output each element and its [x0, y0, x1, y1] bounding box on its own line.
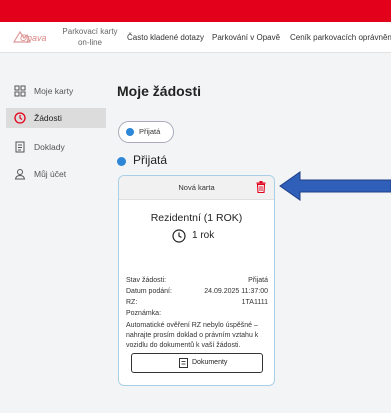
- sidebar-item-zadosti[interactable]: Žádosti: [6, 108, 106, 128]
- card-row-note-label: Poznámka:: [126, 310, 268, 320]
- row-key: Datum podání:: [126, 288, 172, 295]
- user-icon: [14, 169, 26, 180]
- row-value: 24.09.2025 11:37:00: [204, 288, 268, 295]
- card-row-date: Datum podání: 24.09.2025 11:37:00: [126, 288, 268, 298]
- sidebar-item-doklady[interactable]: Doklady: [6, 137, 106, 157]
- documents-button-label: Dokumenty: [192, 359, 228, 366]
- logo[interactable]: Opava: [12, 28, 56, 46]
- clock-icon: [14, 112, 26, 124]
- nav-link-parking[interactable]: Parkování v Opavě: [212, 33, 280, 42]
- logo-text: Opava: [20, 33, 47, 43]
- request-card: Nová karta Rezidentní (1 ROK) 1 rok Stav…: [118, 175, 275, 386]
- sidebar-item-label: Můj účet: [34, 169, 67, 179]
- section-title: Přijatá: [133, 153, 168, 167]
- row-value: Přijatá: [248, 277, 268, 284]
- sidebar-item-label: Žádosti: [34, 113, 62, 123]
- nav-link-pricing[interactable]: Ceník parkovacích oprávnění: [290, 33, 391, 42]
- brand-title[interactable]: Parkovací karty on-line: [60, 26, 120, 48]
- card-duration: 1 rok: [192, 230, 215, 241]
- header: Opava Parkovací karty on-line Často klad…: [0, 22, 391, 53]
- top-red-bar: [0, 0, 391, 22]
- section-status-dot-icon: [117, 157, 126, 166]
- card-row-status: Stav žádosti: Přijatá: [126, 277, 268, 287]
- clock-icon: [172, 229, 186, 243]
- main-content: Moje žádosti Přijatá Přijatá Nová karta …: [108, 53, 391, 413]
- row-key: Stav žádosti:: [126, 277, 167, 284]
- note-label: Poznámka:: [126, 310, 162, 317]
- row-key: RZ:: [126, 299, 138, 306]
- grid-icon: [14, 85, 26, 97]
- sidebar-item-muj-ucet[interactable]: Můj účet: [6, 164, 106, 184]
- status-dot-icon: [126, 128, 134, 136]
- sidebar: Moje karty Žádosti Doklady Můj účet: [0, 53, 108, 413]
- card-row-plate: RZ: 1TA1111: [126, 299, 268, 309]
- document-icon: [179, 358, 188, 368]
- brand-line-2: on-line: [77, 38, 102, 47]
- card-title: Rezidentní (1 ROK): [150, 212, 243, 224]
- sidebar-item-label: Moje karty: [34, 86, 74, 96]
- sidebar-item-label: Doklady: [34, 142, 65, 152]
- row-value: 1TA1111: [241, 299, 268, 306]
- sidebar-item-moje-karty[interactable]: Moje karty: [6, 81, 106, 101]
- documents-button[interactable]: Dokumenty: [131, 353, 263, 373]
- nav-link-faq[interactable]: Často kladené dotazy: [127, 33, 204, 42]
- trash-icon[interactable]: [256, 181, 266, 193]
- status-filter-pill[interactable]: Přijatá: [118, 121, 174, 143]
- document-icon: [15, 141, 25, 153]
- card-note-text: Automatické ověření RZ nebylo úspěšné – …: [126, 322, 259, 349]
- brand-line-1: Parkovací karty: [62, 27, 118, 36]
- card-header: Nová karta: [119, 176, 274, 200]
- page-title: Moje žádosti: [117, 83, 202, 99]
- status-filter-label: Přijatá: [139, 127, 161, 136]
- card-header-title: Nová karta: [178, 183, 215, 192]
